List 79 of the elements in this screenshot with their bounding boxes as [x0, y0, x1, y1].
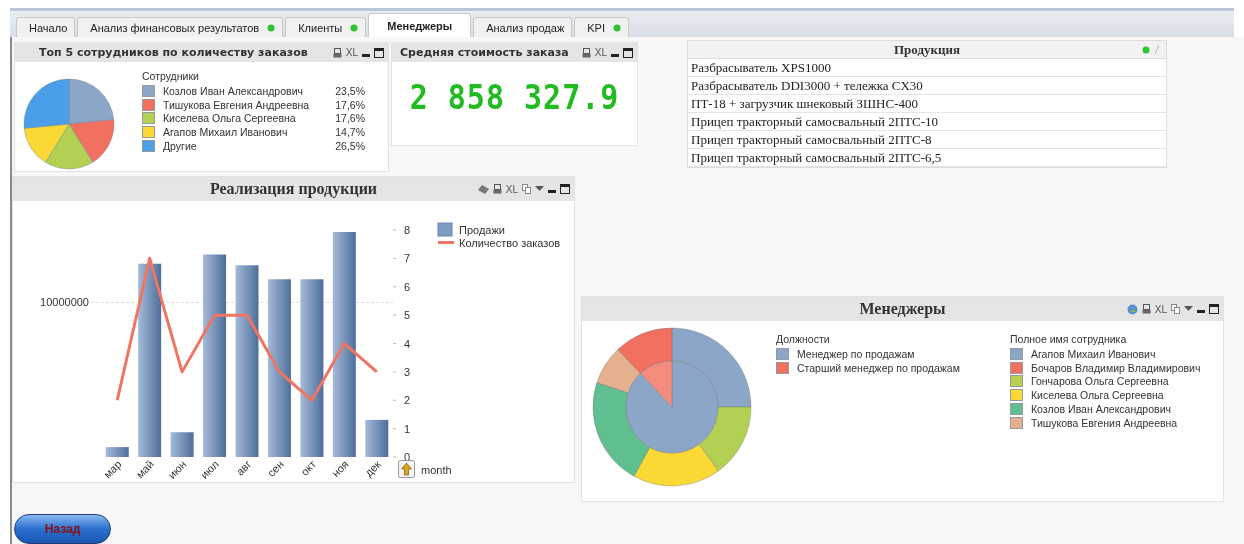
excel-export-button[interactable]: XL [345, 47, 358, 58]
legend-label: Другие [163, 140, 198, 153]
axis-label: июн [165, 457, 189, 481]
percent-value: 14,7% [334, 126, 365, 139]
led-number: 2 858 327.9 [409, 78, 620, 117]
panel-title: Реализация продукции [209, 180, 378, 198]
caret-icon[interactable] [535, 186, 544, 192]
list-item[interactable]: Разбрасыватель DDI3000 + тележка CX30 [688, 77, 1166, 95]
legend-label: Менеджер по продажам [797, 347, 915, 360]
axis-label: окт [298, 457, 319, 478]
legend-label: Козлов Иван Александрович [1031, 403, 1171, 416]
maximize-icon[interactable] [560, 184, 570, 194]
copy-icon[interactable] [1171, 304, 1180, 314]
legend-label: Киселева Ольга Сергеевна [163, 112, 297, 125]
axis-label: ноя [329, 457, 351, 480]
percent-value: 26,5% [334, 140, 365, 153]
axis-label: 2 [404, 394, 411, 407]
sheet-tab[interactable]: Начало [16, 17, 76, 37]
axis-label: 5 [404, 309, 411, 322]
legend-label: Продажи [459, 224, 505, 236]
legend-label: Агапов Михаил Иванович [163, 126, 289, 139]
list-item[interactable]: Разбрасыватель XPS1000 [688, 59, 1166, 77]
excel-export-button[interactable]: XL [505, 183, 518, 195]
excel-export-button[interactable]: XL [1154, 303, 1167, 315]
legend-label: Бочаров Владимир Владимирович [1031, 361, 1201, 374]
axis-label: авг [233, 457, 254, 478]
legend-label: Агапов Михаил Иванович [1031, 347, 1156, 360]
percent-value: 17,6% [334, 98, 365, 111]
axis-label: мар [101, 457, 124, 481]
axis-label: 10000000 [40, 296, 89, 309]
axis-label: 4 [404, 337, 411, 350]
eraser-icon[interactable] [477, 184, 489, 194]
sheet-tab[interactable]: Анализ продаж [473, 17, 573, 37]
sheet-tab[interactable]: Анализ финансовых результатов [77, 17, 284, 37]
sheet-tab[interactable]: Менеджеры [368, 13, 472, 37]
legend-label: Тишукова Евгения Андреевна [1031, 416, 1178, 429]
legend-label: Гончарова Ольга Сергеевна [1031, 375, 1169, 388]
legend-title: Сотрудники [142, 70, 200, 82]
axis-label: 3 [404, 365, 411, 378]
maximize-icon[interactable] [623, 47, 633, 58]
axis-label: 1 [404, 422, 411, 435]
percent-value: 23,5% [334, 84, 365, 97]
list-item[interactable]: Прицеп тракторный самосвальный 2ПТС-8 [688, 131, 1166, 149]
axis-label: 7 [404, 252, 411, 265]
panel-title: Менеджеры [859, 300, 946, 318]
print-icon[interactable] [581, 47, 591, 58]
list-item[interactable]: Прицеп тракторный самосвальный 2ПТС-10 [688, 113, 1166, 131]
legend-title: Полное имя сотрудника [1010, 333, 1128, 345]
legend-title: Должности [776, 333, 831, 345]
excel-export-button[interactable]: XL [594, 47, 607, 58]
sort-icon[interactable] [398, 460, 415, 478]
axis-label: сен [264, 457, 286, 479]
legend-label: Старший менеджер по продажам [797, 361, 960, 374]
legend-label: Козлов Иван Александрович [163, 84, 304, 97]
axis-label: 6 [404, 280, 411, 293]
percent-value: 17,6% [334, 112, 365, 125]
sheet-tab[interactable]: KPI [574, 17, 629, 37]
dimension-label[interactable]: month [421, 464, 452, 476]
axis-label: июл [197, 457, 221, 481]
list-item[interactable]: Прицеп тракторный самосвальный 2ПТС-6,5 [688, 149, 1166, 167]
print-icon[interactable] [332, 47, 342, 58]
list-item[interactable]: ПТ-18 + загрузчик шнековый ЗШНС-400 [688, 95, 1166, 113]
maximize-icon[interactable] [1209, 304, 1219, 314]
sheet-tab[interactable]: Клиенты [285, 17, 367, 37]
status-dot-icon [1142, 45, 1150, 54]
panel-title: Средняя стоимость заказа [400, 46, 569, 59]
list-title: Продукция [893, 41, 961, 58]
legend-label: Киселева Ольга Сергеевна [1031, 389, 1164, 402]
legend-label: Количество заказов [459, 237, 561, 249]
caret-icon[interactable] [1184, 306, 1193, 312]
globe-icon[interactable] [1126, 303, 1138, 315]
legend-label: Тишукова Евгения Андреевна [163, 98, 311, 111]
print-icon[interactable] [1141, 304, 1151, 314]
print-icon[interactable] [492, 184, 502, 194]
copy-icon[interactable] [522, 184, 531, 194]
maximize-icon[interactable] [374, 47, 384, 58]
axis-label: дек [362, 457, 384, 479]
axis-label: 8 [404, 224, 411, 236]
panel-title: Топ 5 сотрудников по количеству заказов [39, 46, 308, 59]
